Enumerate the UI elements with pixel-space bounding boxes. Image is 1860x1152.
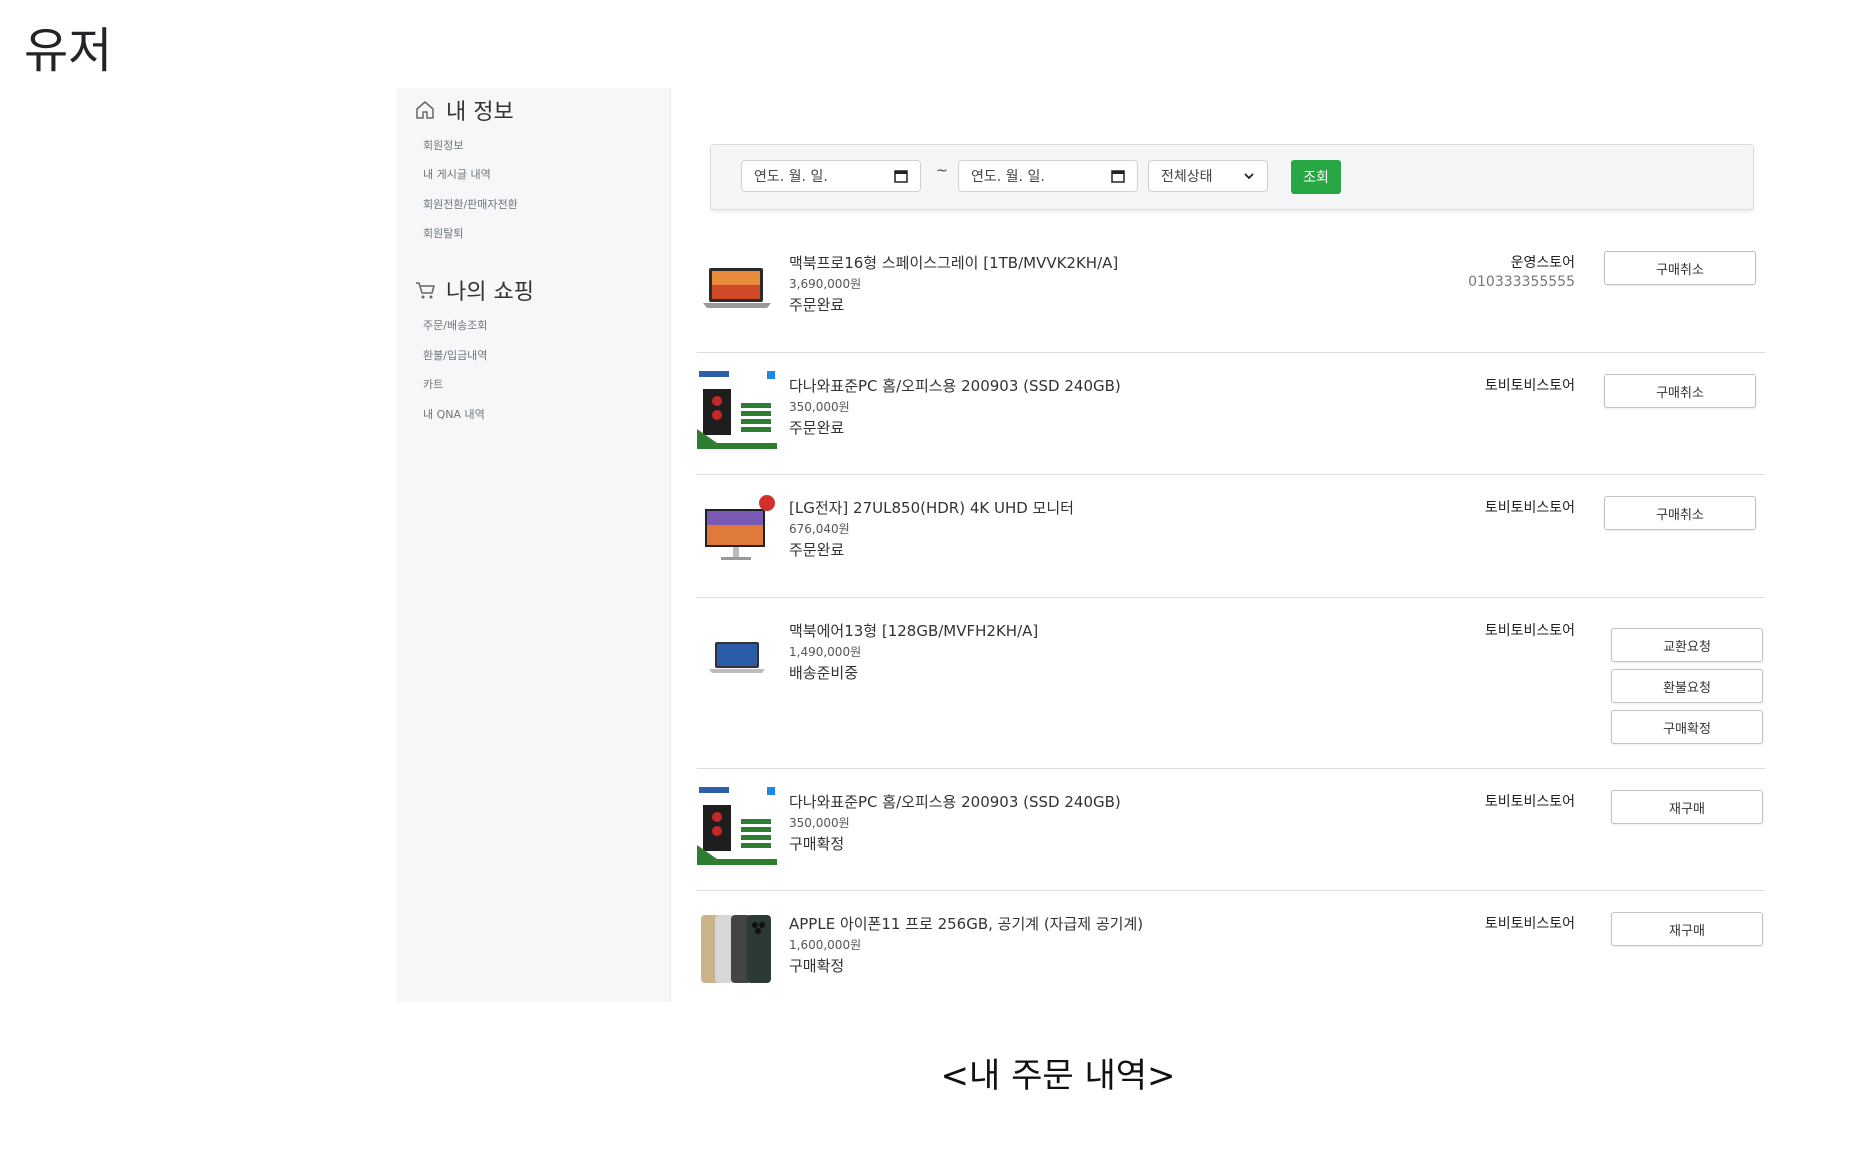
cancel-purchase-button[interactable]: 구매취소 <box>1604 374 1756 408</box>
product-price: 350,000원 <box>789 400 850 414</box>
product-name[interactable]: APPLE 아이폰11 프로 256GB, 공기계 (자급제 공기계) <box>789 913 1143 934</box>
page-heading: 유저 <box>24 23 113 79</box>
order-row: 다나와표준PC 홈/오피스용 200903 (SSD 240GB) 350,000… <box>697 369 1765 475</box>
sidebar-item-refunds[interactable]: 환불/입금내역 <box>423 347 487 363</box>
caption-text: <내 주문 내역> <box>940 1056 1176 1096</box>
order-row: 다나와표준PC 홈/오피스용 200903 (SSD 240GB) 350,000… <box>697 785 1765 891</box>
sidebar-item-cart[interactable]: 카트 <box>423 376 443 392</box>
product-name[interactable]: [LG전자] 27UL850(HDR) 4K UHD 모니터 <box>789 497 1074 518</box>
store-phone: 010333355555 <box>1468 274 1575 290</box>
monitor-image[interactable] <box>697 491 777 571</box>
row-divider <box>697 597 1765 598</box>
start-date-placeholder: 연도. 월. 일. <box>754 169 828 185</box>
exchange-request-button[interactable]: 교환요청 <box>1611 628 1763 662</box>
product-name[interactable]: 맥북프로16형 스페이스그레이 [1TB/MVVK2KH/A] <box>789 252 1118 273</box>
store-name: 토비토비스토어 <box>1484 623 1575 639</box>
repurchase-button[interactable]: 재구매 <box>1611 790 1763 824</box>
sidebar-item-member-info[interactable]: 회원정보 <box>423 137 463 153</box>
order-status: 배송준비중 <box>789 664 859 682</box>
desktop-pc-image[interactable] <box>697 369 777 449</box>
order-status: 구매확정 <box>789 835 845 853</box>
store-name: 토비토비스토어 <box>1484 794 1575 810</box>
end-date-placeholder: 연도. 월. 일. <box>971 169 1045 185</box>
sidebar-item-qna[interactable]: 내 QNA 내역 <box>423 406 485 422</box>
store-name: 토비토비스토어 <box>1484 500 1575 516</box>
cancel-purchase-button[interactable]: 구매취소 <box>1604 496 1756 530</box>
start-date-input[interactable]: 연도. 월. 일. <box>741 160 921 192</box>
sidebar-item-my-posts[interactable]: 내 게시글 내역 <box>423 166 491 182</box>
refund-request-button[interactable]: 환불요청 <box>1611 669 1763 703</box>
desktop-pc-image[interactable] <box>697 785 777 865</box>
my-shopping-section-title: 나의 쇼핑 <box>414 274 534 306</box>
date-range-separator: ~ <box>936 163 948 179</box>
order-filter-bar: 연도. 월. 일. ~ 연도. 월. 일. 전체상태 조회 <box>710 144 1754 210</box>
order-row: 맥북프로16형 스페이스그레이 [1TB/MVVK2KH/A] 3,690,000… <box>697 246 1765 352</box>
my-info-title: 내 정보 <box>446 100 514 125</box>
order-status: 주문완료 <box>789 296 845 314</box>
status-select-value: 전체상태 <box>1161 169 1213 185</box>
iphone-image[interactable] <box>697 907 777 987</box>
cart-icon <box>416 282 435 299</box>
product-name[interactable]: 맥북에어13형 [128GB/MVFH2KH/A] <box>789 620 1038 641</box>
sidebar: 내 정보 회원정보 내 게시글 내역 회원전환/판매자전환 회원탈퇴 나의 쇼핑… <box>396 88 671 1002</box>
product-price: 676,040원 <box>789 522 850 536</box>
order-status: 주문완료 <box>789 541 845 559</box>
macbook-air-image[interactable] <box>697 614 777 694</box>
product-name[interactable]: 다나와표준PC 홈/오피스용 200903 (SSD 240GB) <box>789 375 1121 396</box>
store-name: 운영스토어 <box>1510 255 1575 271</box>
repurchase-button[interactable]: 재구매 <box>1611 912 1763 946</box>
confirm-purchase-button[interactable]: 구매확정 <box>1611 710 1763 744</box>
end-date-input[interactable]: 연도. 월. 일. <box>958 160 1138 192</box>
store-name: 토비토비스토어 <box>1484 378 1575 394</box>
order-row: 맥북에어13형 [128GB/MVFH2KH/A] 1,490,000원배송준비중… <box>697 614 1765 768</box>
store-name: 토비토비스토어 <box>1484 916 1575 932</box>
product-price: 1,490,000원 <box>789 645 862 659</box>
status-select[interactable]: 전체상태 <box>1148 160 1268 192</box>
sidebar-item-orders[interactable]: 주문/배송조회 <box>423 317 487 333</box>
order-status: 구매확정 <box>789 957 845 975</box>
my-info-section-title: 내 정보 <box>414 94 514 126</box>
cancel-purchase-button[interactable]: 구매취소 <box>1604 251 1756 285</box>
home-icon <box>416 101 434 119</box>
page-caption: <내 주문 내역> <box>0 1048 1860 1097</box>
order-row: [LG전자] 27UL850(HDR) 4K UHD 모니터 676,040원주문… <box>697 491 1765 597</box>
product-price: 3,690,000원 <box>789 277 862 291</box>
macbook-pro-image[interactable] <box>697 246 777 326</box>
product-name[interactable]: 다나와표준PC 홈/오피스용 200903 (SSD 240GB) <box>789 791 1121 812</box>
calendar-icon <box>1111 170 1125 183</box>
calendar-icon <box>894 170 908 183</box>
sidebar-item-member-convert[interactable]: 회원전환/판매자전환 <box>423 196 518 212</box>
my-shopping-title: 나의 쇼핑 <box>446 280 534 305</box>
row-divider <box>697 474 1765 475</box>
row-divider <box>697 890 1765 891</box>
row-divider <box>697 352 1765 353</box>
row-divider <box>697 768 1765 769</box>
sidebar-item-withdraw[interactable]: 회원탈퇴 <box>423 225 463 241</box>
chevron-down-icon <box>1244 173 1254 180</box>
product-price: 350,000원 <box>789 816 850 830</box>
product-price: 1,600,000원 <box>789 938 862 952</box>
order-status: 주문완료 <box>789 419 845 437</box>
search-button[interactable]: 조회 <box>1291 160 1341 194</box>
order-row: APPLE 아이폰11 프로 256GB, 공기계 (자급제 공기계) 1,600… <box>697 907 1765 1013</box>
